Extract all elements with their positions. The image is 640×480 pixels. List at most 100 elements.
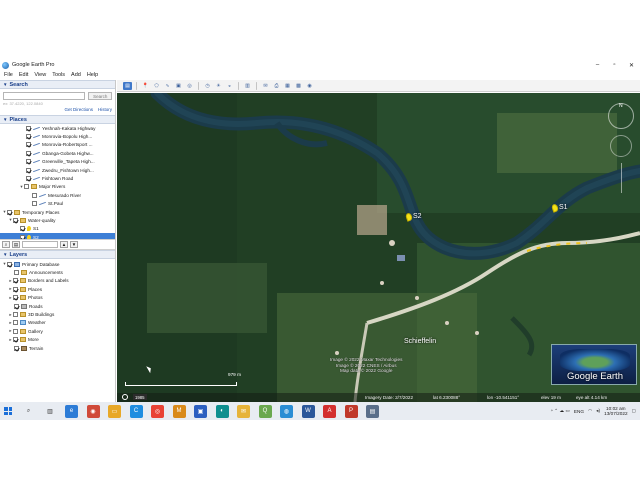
view-in-maps-icon[interactable]: ▩ — [294, 82, 303, 90]
navigation-compass[interactable]: N — [608, 103, 634, 129]
imagery-year[interactable]: 1985 — [133, 394, 147, 400]
close-button[interactable]: ✕ — [623, 60, 640, 70]
places-filter-input[interactable] — [22, 241, 58, 248]
places-item[interactable]: Greenville_Tapeta High... — [0, 158, 115, 166]
layer-item[interactable]: ▸ Weather — [0, 319, 115, 327]
places-item[interactable]: St.Paul — [0, 200, 115, 208]
search-input[interactable] — [3, 92, 86, 100]
layer-item[interactable]: ▸ More — [0, 336, 115, 344]
get-directions-link[interactable]: Get Directions — [64, 107, 93, 115]
add-path-icon[interactable]: ∿ — [163, 82, 172, 90]
checkbox[interactable] — [7, 209, 12, 215]
checkbox[interactable] — [13, 217, 18, 223]
menu-add[interactable]: Add — [71, 72, 81, 78]
add-placemark-icon[interactable]: 📍 — [141, 82, 150, 90]
app-icon[interactable]: M — [172, 404, 186, 418]
tray-icons[interactable]: ◔ ⌃ ☁ ▭ — [550, 408, 570, 414]
map-view[interactable]: S2 S1 Schieffelin Image © 2022 Maxar Tec… — [117, 93, 640, 402]
sunlight-icon[interactable]: ☀ — [214, 82, 223, 90]
file-explorer-icon[interactable]: ▭ — [108, 404, 121, 418]
layer-item[interactable]: Terrain — [0, 344, 115, 352]
clock[interactable]: 10:02 am 13/07/2022 — [604, 406, 627, 417]
checkbox[interactable] — [14, 270, 19, 276]
placemark-s2[interactable]: S2 — [404, 212, 422, 222]
powerpoint-icon[interactable]: P — [344, 404, 358, 418]
app-icon[interactable]: ◉ — [86, 404, 100, 418]
add-image-overlay-icon[interactable]: ▣ — [174, 82, 183, 90]
edge-icon[interactable]: e — [65, 404, 78, 418]
checkbox[interactable] — [13, 278, 18, 284]
checkbox[interactable] — [26, 125, 31, 131]
places-item[interactable]: Gbanga-Gobeta Highw... — [0, 149, 115, 157]
checkbox[interactable] — [26, 142, 31, 148]
checkbox[interactable] — [26, 176, 31, 182]
places-item[interactable]: Fishtown Road — [0, 174, 115, 182]
minimize-button[interactable]: – — [589, 60, 606, 70]
places-item[interactable]: ▾ Water-quality — [0, 216, 115, 224]
places-item[interactable]: Mesurado River — [0, 191, 115, 199]
google-earth-taskbar-icon[interactable]: ◍ — [280, 404, 293, 418]
earth-gallery-icon[interactable]: ◉ — [305, 82, 314, 90]
search-places-icon[interactable]: ⌕ — [2, 241, 10, 248]
checkbox[interactable] — [14, 303, 19, 309]
places-item[interactable]: Monrovia-Bopolu High... — [0, 132, 115, 140]
email-icon[interactable]: ✉ — [261, 82, 270, 90]
layer-item[interactable]: ▸ Places — [0, 285, 115, 293]
browser-icon[interactable]: C — [129, 404, 143, 418]
layer-item[interactable]: ▸ Photos — [0, 294, 115, 302]
pdf-icon[interactable]: A — [323, 404, 336, 418]
layer-item[interactable]: Roads — [0, 302, 115, 310]
record-tour-icon[interactable]: ◎ — [185, 82, 194, 90]
menu-edit[interactable]: Edit — [19, 72, 28, 78]
chrome-icon[interactable]: ◎ — [151, 404, 164, 418]
checkbox[interactable] — [24, 184, 29, 190]
app-icon[interactable]: ◐ — [215, 404, 229, 418]
checkbox[interactable] — [13, 320, 18, 326]
start-button[interactable] — [0, 402, 16, 420]
ruler-icon[interactable]: ▥ — [243, 82, 252, 90]
placemark-s1[interactable]: S1 — [550, 203, 568, 213]
checkbox[interactable] — [13, 286, 18, 292]
sidebar-toggle-icon[interactable]: ▤ — [123, 81, 132, 90]
checkbox[interactable] — [26, 150, 31, 156]
historical-imagery-icon[interactable] — [122, 394, 128, 400]
layer-item[interactable]: Announcements — [0, 268, 115, 276]
app-icon[interactable]: ✉ — [237, 404, 250, 418]
layer-item[interactable]: ▸ Gallery — [0, 327, 115, 335]
save-image-icon[interactable]: ▦ — [283, 82, 292, 90]
checkbox[interactable] — [26, 167, 31, 173]
menu-view[interactable]: View — [34, 72, 46, 78]
menu-help[interactable]: Help — [87, 72, 98, 78]
zoom-slider[interactable] — [621, 163, 622, 193]
search-icon[interactable]: ⌕ — [22, 405, 35, 418]
layer-item[interactable]: ▾ Primary Database — [0, 260, 115, 268]
checkbox[interactable] — [32, 201, 37, 207]
places-panel-header[interactable]: ▼ Places — [0, 115, 115, 124]
checkbox[interactable] — [13, 295, 18, 301]
move-down-icon[interactable]: ▼ — [70, 241, 78, 248]
move-up-icon[interactable]: ▲ — [60, 241, 68, 248]
places-item[interactable]: S1 — [0, 225, 115, 233]
search-panel-header[interactable]: ▼ Search — [0, 80, 115, 89]
places-item-selected[interactable]: S2 — [0, 233, 115, 239]
menu-file[interactable]: File — [4, 72, 13, 78]
layer-item[interactable]: ▸ Borders and Labels — [0, 277, 115, 285]
historical-imagery-icon[interactable]: ◷ — [203, 82, 212, 90]
checkbox[interactable] — [26, 134, 31, 140]
look-joystick[interactable] — [610, 135, 632, 157]
planets-icon[interactable]: ◒ — [225, 82, 234, 90]
menu-tools[interactable]: Tools — [52, 72, 65, 78]
checkbox[interactable] — [7, 261, 12, 267]
places-item[interactable]: Monrovia-Robertsport ... — [0, 141, 115, 149]
checkbox[interactable] — [20, 226, 25, 232]
history-link[interactable]: History — [98, 107, 112, 115]
add-polygon-icon[interactable]: ⬠ — [152, 82, 161, 90]
app-icon[interactable]: Q — [258, 404, 272, 418]
places-item[interactable]: Yeshnah-Kakata Highway — [0, 124, 115, 132]
word-icon[interactable]: W — [301, 404, 315, 418]
panel-toggle-icon[interactable]: ▤ — [12, 241, 20, 248]
language-indicator[interactable]: ENG — [574, 409, 584, 414]
app-icon[interactable]: ▣ — [194, 404, 207, 418]
checkbox[interactable] — [13, 328, 18, 334]
search-button[interactable]: Search — [88, 92, 112, 100]
